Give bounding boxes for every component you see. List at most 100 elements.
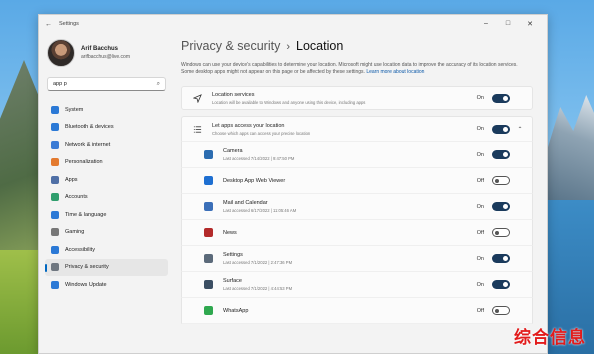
minimize-icon[interactable]: –	[475, 20, 497, 28]
let-apps-state: On	[476, 126, 484, 132]
bluetooth-icon	[51, 123, 59, 132]
page-description: Windows can use your device's capabiliti…	[181, 62, 521, 76]
location-services-state: On	[476, 95, 484, 101]
location-services-toggle[interactable]	[492, 93, 510, 103]
watermark: 综合信息	[514, 328, 586, 348]
sidebar-item-label: Privacy & security	[65, 264, 109, 271]
wallpaper-mountain-right	[542, 95, 594, 215]
sidebar-item-apps[interactable]: Apps	[45, 171, 168, 189]
sidebar-nav: System Bluetooth & devices Network & inter…	[45, 101, 168, 294]
app-row: Settings Last accessed 7/1/2022 | 2:47:36…	[181, 246, 533, 272]
sidebar-item-bluetooth-devices[interactable]: Bluetooth & devices	[45, 119, 168, 137]
let-apps-subtitle: Choose which apps can access your precis…	[212, 130, 311, 136]
app-toggle[interactable]	[492, 176, 510, 185]
app-row: Camera Last accessed 7/14/2022 | 9:47:50 …	[181, 142, 533, 168]
app-row: Desktop App Web Viewer Off	[181, 168, 533, 194]
learn-more-link[interactable]: Learn more about location	[366, 69, 424, 75]
app-name: Camera	[223, 148, 243, 154]
sidebar-item-label: Accounts	[65, 194, 88, 201]
settings-window: ← Settings – □ ✕ Arif Bacchus arifbacchu…	[38, 14, 548, 354]
news-app-icon	[204, 228, 213, 237]
person-icon	[51, 193, 59, 202]
app-name: WhatsApp	[223, 307, 249, 314]
sidebar-item-label: System	[65, 106, 84, 113]
sidebar-item-label: Accessibility	[65, 246, 95, 253]
sidebar-item-personalization[interactable]: Personalization	[45, 154, 168, 172]
title-bar: ← Settings – □ ✕	[39, 15, 547, 33]
let-apps-access-card[interactable]: Let apps access your location Choose whi…	[181, 116, 533, 142]
sidebar-item-gaming[interactable]: Gaming	[45, 224, 168, 242]
window-title: Settings	[59, 21, 79, 27]
app-permission-list: Camera Last accessed 7/14/2022 | 9:47:50 …	[181, 142, 533, 324]
app-name: Mail and Calendar	[223, 200, 268, 206]
close-icon[interactable]: ✕	[519, 20, 541, 28]
back-arrow-icon[interactable]: ←	[45, 21, 55, 28]
shield-icon	[51, 263, 59, 272]
surface-app-icon	[204, 280, 213, 289]
app-row: News Off	[181, 220, 533, 246]
sidebar-item-network-internet[interactable]: Network & internet	[45, 136, 168, 154]
profile[interactable]: Arif Bacchus arifbacchus@live.com	[45, 33, 168, 75]
sidebar-item-label: Personalization	[65, 159, 103, 166]
sidebar-item-privacy-security[interactable]: Privacy & security	[45, 258, 168, 276]
app-last-accessed: Last accessed 7/1/2022 | 4:44:53 PM	[223, 286, 293, 291]
sidebar-item-time-language[interactable]: Time & language	[45, 206, 168, 224]
sidebar-item-windows-update[interactable]: Windows Update	[45, 276, 168, 294]
app-toggle[interactable]	[492, 306, 510, 315]
search-icon[interactable]: ⌕	[157, 81, 160, 88]
sidebar-item-label: Network & internet	[65, 141, 111, 148]
brush-icon	[51, 158, 59, 167]
app-toggle[interactable]	[492, 280, 510, 289]
app-last-accessed: Last accessed 6/17/2022 | 11:05:46 AM	[223, 208, 297, 213]
search-value: app p	[53, 81, 67, 87]
app-state: Off	[476, 177, 484, 184]
location-services-card: Location services Location will be avail…	[181, 86, 533, 110]
location-services-title: Location services	[212, 91, 255, 98]
gamepad-icon	[51, 228, 59, 237]
breadcrumb-parent[interactable]: Privacy & security	[181, 39, 280, 53]
app-name: News	[223, 229, 237, 236]
description-text: Windows can use your device's capabiliti…	[181, 62, 518, 75]
app-state: Off	[476, 307, 484, 314]
page-title: Location	[296, 39, 344, 53]
sidebar: Arif Bacchus arifbacchus@live.com app p …	[39, 33, 174, 353]
sidebar-item-accounts[interactable]: Accounts	[45, 189, 168, 207]
location-services-subtitle: Location will be available to Windows an…	[212, 99, 366, 105]
app-state: On	[476, 255, 484, 262]
app-last-accessed: Last accessed 7/1/2022 | 2:47:36 PM	[223, 260, 293, 265]
app-toggle[interactable]	[492, 202, 510, 211]
settings-app-icon	[204, 254, 213, 263]
list-icon	[190, 125, 204, 134]
monitor-icon	[51, 105, 59, 114]
sidebar-item-label: Time & language	[65, 211, 107, 218]
app-name: Surface	[223, 278, 242, 284]
app-toggle[interactable]	[492, 150, 510, 159]
profile-email: arifbacchus@live.com	[81, 54, 130, 60]
maximize-icon[interactable]: □	[497, 20, 519, 28]
breadcrumb: Privacy & security › Location	[181, 39, 533, 53]
sidebar-item-label: Apps	[65, 176, 78, 183]
chevron-up-icon[interactable]: ⌃	[516, 126, 524, 133]
app-state: On	[476, 203, 484, 210]
app-last-accessed: Last accessed 7/14/2022 | 9:47:50 PM	[223, 156, 295, 161]
app-row: Mail and Calendar Last accessed 6/17/2022…	[181, 194, 533, 220]
app-toggle[interactable]	[492, 228, 510, 237]
app-name: Settings	[223, 252, 243, 258]
app-state: Off	[476, 229, 484, 236]
search-input[interactable]: app p ⌕	[47, 77, 166, 91]
avatar	[47, 39, 75, 67]
sidebar-item-label: Gaming	[65, 229, 85, 236]
app-toggle[interactable]	[492, 254, 510, 263]
app-name: Desktop App Web Viewer	[223, 177, 286, 184]
app-row: WhatsApp Off	[181, 298, 533, 324]
location-arrow-icon	[190, 93, 204, 103]
sidebar-item-system[interactable]: System	[45, 101, 168, 119]
app-row: Surface Last accessed 7/1/2022 | 4:44:53 …	[181, 272, 533, 298]
let-apps-toggle[interactable]	[492, 124, 510, 134]
let-apps-title: Let apps access your location	[212, 122, 285, 129]
mail-and-calendar-app-icon	[204, 202, 213, 211]
wifi-icon	[51, 140, 59, 149]
sidebar-item-accessibility[interactable]: Accessibility	[45, 241, 168, 259]
globe-clock-icon	[51, 210, 59, 219]
app-state: On	[476, 151, 484, 158]
